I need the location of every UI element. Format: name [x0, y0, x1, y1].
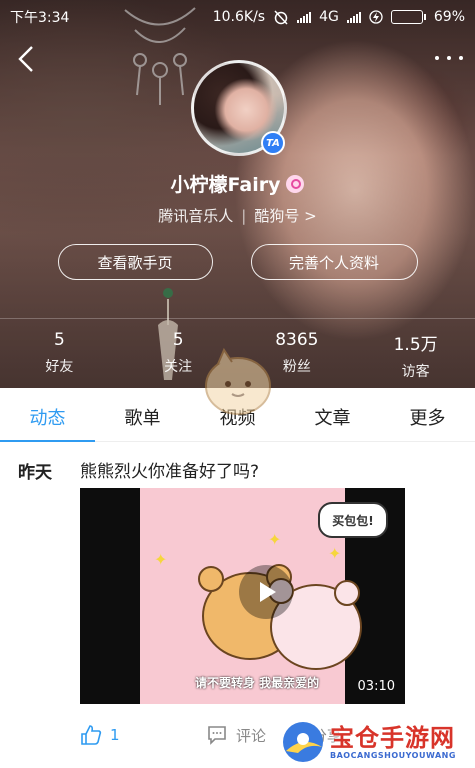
sparkle-icon: ✦: [154, 550, 168, 569]
view-singer-page-button[interactable]: 查看歌手页: [57, 244, 213, 280]
like-count: 1: [110, 726, 120, 744]
tab-playlists[interactable]: 歌单: [95, 388, 190, 441]
kugou-id-link[interactable]: 酷狗号 >: [254, 207, 316, 225]
comment-icon: [208, 726, 226, 745]
sparkle-icon: ✦: [328, 544, 342, 563]
network-speed: 10.6K/s: [212, 9, 266, 25]
stat-label: 好友: [45, 359, 74, 375]
signal-icon: [297, 11, 312, 23]
vip-badge-icon[interactable]: [286, 174, 305, 193]
site-watermark: 宝仓手游网 BAOCANGSHOUYOUWANG: [278, 716, 475, 768]
tab-articles[interactable]: 文章: [285, 388, 380, 441]
stat-label: 访客: [401, 364, 430, 380]
video-duration: 03:10: [357, 679, 395, 694]
profile-name: 小柠檬Fairy: [170, 174, 281, 196]
play-icon[interactable]: [239, 565, 293, 619]
profile-subtitle: 腾讯音乐人 | 酷狗号 >: [158, 207, 317, 225]
comment-label: 评论: [236, 726, 267, 745]
floating-mascot-icon[interactable]: [196, 338, 280, 422]
profile-screen: 下午3:34 10.6K/s 4G 69% TA 小柠檬Fairy 腾讯音乐人 …: [0, 0, 475, 768]
profile-name-row: 小柠檬Fairy: [0, 170, 475, 197]
status-time: 下午3:34: [10, 10, 70, 26]
signal-icon-secondary: [346, 11, 361, 23]
video-subtitle: 请不要转身 我最亲爱的: [195, 676, 320, 690]
video-thumbnail[interactable]: 买包包! ✦ ✦ ✦ 请不要转身 我最亲爱的 03:10: [80, 488, 405, 704]
tab-more[interactable]: 更多: [380, 388, 475, 441]
charging-icon: [369, 10, 383, 24]
post-title[interactable]: 熊熊烈火你准备好了吗?: [80, 457, 259, 482]
stat-friends[interactable]: 5 好友: [0, 330, 119, 381]
network-type: 4G: [319, 9, 339, 25]
thumbs-up-icon: [81, 725, 102, 745]
complete-profile-button[interactable]: 完善个人资料: [250, 244, 418, 280]
watermark-title: 宝仓手游网: [330, 723, 455, 752]
status-bar: 下午3:34 10.6K/s 4G 69%: [0, 0, 475, 34]
more-options-icon[interactable]: [435, 48, 463, 68]
battery-percent: 69%: [433, 9, 465, 25]
battery-icon: [390, 10, 426, 24]
verified-musician-icon: TA: [261, 131, 285, 155]
like-button[interactable]: 1: [80, 724, 206, 746]
alarm-off-icon: [274, 10, 288, 25]
profile-actions: 查看歌手页 完善个人资料: [0, 244, 475, 280]
watermark-logo-icon: [283, 722, 323, 762]
stat-visitors[interactable]: 1.5万 访客: [356, 330, 475, 381]
speech-bubble: 买包包!: [318, 502, 388, 538]
sparkle-icon: ✦: [268, 530, 282, 549]
stat-value: 1.5万: [393, 335, 438, 355]
musician-label: 腾讯音乐人: [158, 207, 234, 225]
tab-moments[interactable]: 动态: [0, 388, 95, 442]
post-date: 昨天: [18, 463, 52, 483]
back-arrow-icon[interactable]: [12, 42, 42, 76]
stat-value: 5: [53, 330, 65, 350]
stats-divider: [0, 318, 475, 319]
watermark-subtitle: BAOCANGSHOUYOUWANG: [330, 750, 456, 760]
